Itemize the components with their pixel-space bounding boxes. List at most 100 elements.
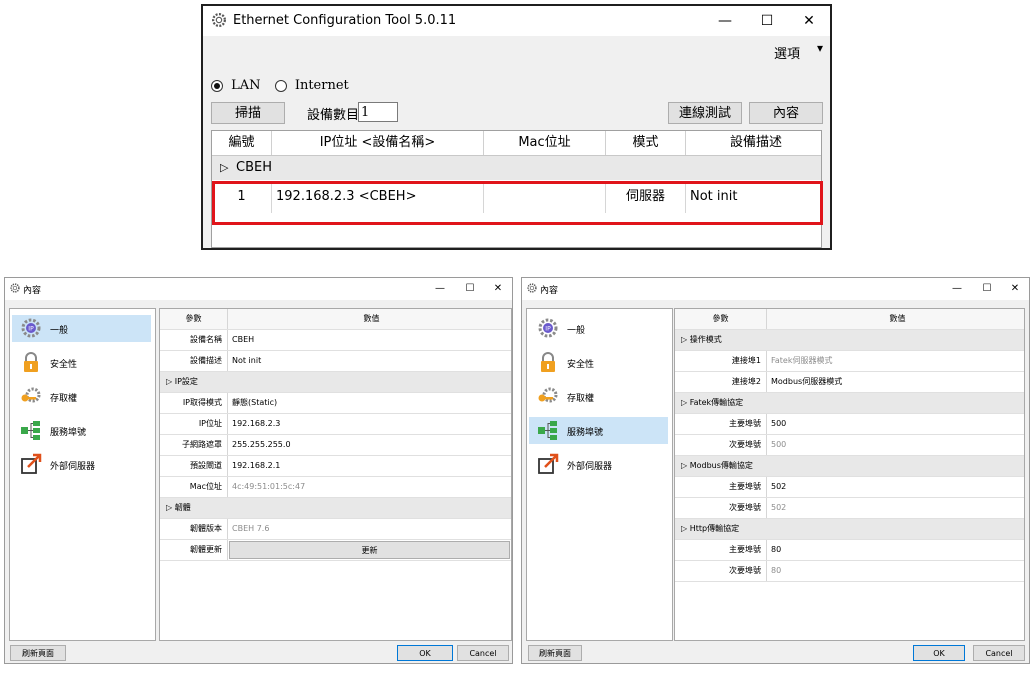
group-label: ▷ 操作模式	[681, 335, 722, 344]
close-button[interactable]: ✕	[486, 278, 510, 300]
param-value[interactable]: CBEH 7.6	[228, 519, 511, 539]
menu-bar: 選項 ▾	[203, 36, 830, 66]
property-row[interactable]: IP取得模式 靜態(Static)	[160, 393, 511, 414]
property-row[interactable]: 韌體更新 更新	[160, 540, 511, 561]
minimize-button[interactable]: —	[704, 6, 746, 36]
param-value[interactable]: 80	[767, 561, 1024, 581]
col-description[interactable]: 設備描述	[686, 131, 826, 155]
close-button[interactable]: ✕	[1003, 278, 1027, 300]
property-row[interactable]: 設備描述 Not init	[160, 351, 511, 372]
expand-icon[interactable]: ▷	[220, 156, 228, 180]
sidebar-item[interactable]: 安全性	[529, 349, 668, 376]
col-mode[interactable]: 模式	[606, 131, 686, 155]
param-name: 次要埠號	[675, 561, 767, 581]
property-row[interactable]: 連接埠2 Modbus伺服器模式	[675, 372, 1024, 393]
property-row[interactable]: 主要埠號 502	[675, 477, 1024, 498]
maximize-button[interactable]: ☐	[458, 278, 482, 300]
properties-window-general: 內容 — ☐ ✕ IP 一般 安全性 存取權 服務埠號 外部伺服器 參數 數值 設備名稱 CBE…	[4, 277, 513, 664]
param-value[interactable]: 192.168.2.1	[228, 456, 511, 476]
row-description: Not init	[690, 189, 738, 204]
group-row[interactable]: ▷ Fatek傳輸協定	[675, 393, 1024, 414]
refresh-button[interactable]: 刷新頁面	[528, 645, 582, 661]
property-row[interactable]: 設備名稱 CBEH	[160, 330, 511, 351]
param-value[interactable]: 4c:49:51:01:5c:47	[228, 477, 511, 497]
scan-button[interactable]: 掃描	[211, 102, 285, 124]
group-row[interactable]: ▷ 操作模式	[675, 330, 1024, 351]
sidebar-item[interactable]: 安全性	[12, 349, 151, 376]
lan-radio[interactable]	[211, 79, 223, 92]
param-value[interactable]: Not init	[228, 351, 511, 371]
group-row[interactable]: ▷ IP設定	[160, 372, 511, 393]
param-value[interactable]: 502	[767, 498, 1024, 518]
param-value[interactable]: 80	[767, 540, 1024, 560]
property-row[interactable]: 連接埠1 Fatek伺服器模式	[675, 351, 1024, 372]
category-sidebar: IP 一般安全性存取權服務埠號外部伺服器	[526, 308, 673, 641]
ok-button[interactable]: OK	[397, 645, 453, 661]
param-value[interactable]: 靜態(Static)	[228, 393, 511, 413]
connection-test-button[interactable]: 連線測試	[668, 102, 742, 124]
param-name: Mac位址	[160, 477, 228, 497]
sidebar-item[interactable]: 服務埠號	[529, 417, 668, 444]
param-value[interactable]: Fatek伺服器模式	[767, 351, 1024, 371]
sidebar-item[interactable]: IP 一般	[12, 315, 151, 342]
content-button[interactable]: 內容	[749, 102, 823, 124]
network-ports-icon	[537, 419, 559, 441]
property-row[interactable]: 主要埠號 80	[675, 540, 1024, 561]
property-row[interactable]: 次要埠號 500	[675, 435, 1024, 456]
property-row[interactable]: 子網路遮罩 255.255.255.0	[160, 435, 511, 456]
param-value[interactable]: Modbus伺服器模式	[767, 372, 1024, 392]
param-name: 設備名稱	[160, 330, 228, 350]
property-row[interactable]: 預設閘道 192.168.2.1	[160, 456, 511, 477]
refresh-button[interactable]: 刷新頁面	[10, 645, 66, 661]
firmware-update-button[interactable]: 更新	[229, 541, 510, 559]
internet-radio[interactable]	[274, 79, 287, 92]
sidebar-item[interactable]: 服務埠號	[12, 417, 151, 444]
maximize-button[interactable]: ☐	[975, 278, 999, 300]
col-mac[interactable]: Mac位址	[484, 131, 606, 155]
title-bar: Ethernet Configuration Tool 5.0.11 — ☐ ✕	[203, 6, 830, 36]
property-row[interactable]: 次要埠號 502	[675, 498, 1024, 519]
minimize-button[interactable]: —	[945, 278, 969, 300]
table-row[interactable]: 1 192.168.2.3 <CBEH> 伺服器 Not init	[212, 181, 821, 213]
chevron-down-icon[interactable]: ▾	[817, 41, 823, 55]
param-name: 連接埠1	[675, 351, 767, 371]
param-name: 連接埠2	[675, 372, 767, 392]
sidebar-item[interactable]: 外部伺服器	[12, 451, 151, 478]
ok-button[interactable]: OK	[913, 645, 965, 661]
close-button[interactable]: ✕	[788, 6, 830, 36]
param-value[interactable]: 500	[767, 414, 1024, 434]
col-ip[interactable]: IP位址 <設備名稱>	[272, 131, 484, 155]
options-menu[interactable]: 選項	[774, 43, 800, 62]
property-row[interactable]: Mac位址 4c:49:51:01:5c:47	[160, 477, 511, 498]
sidebar-item[interactable]: 外部伺服器	[529, 451, 668, 478]
cancel-button[interactable]: Cancel	[457, 645, 509, 661]
property-row[interactable]: IP位址 192.168.2.3	[160, 414, 511, 435]
property-row[interactable]: 韌體版本 CBEH 7.6	[160, 519, 511, 540]
property-row[interactable]: 主要埠號 500	[675, 414, 1024, 435]
title-bar: 內容 — ☐ ✕	[522, 278, 1029, 300]
col-number[interactable]: 編號	[212, 131, 272, 155]
group-name: Http傳輸協定	[689, 524, 740, 533]
group-row[interactable]: ▷ Modbus傳輸協定	[675, 456, 1024, 477]
connection-mode: LAN Internet	[211, 78, 349, 93]
group-row[interactable]: ▷ 韌體	[160, 498, 511, 519]
param-value[interactable]: 502	[767, 477, 1024, 497]
sidebar-item[interactable]: 存取權	[529, 383, 668, 410]
param-name: 韌體版本	[160, 519, 228, 539]
sidebar-item[interactable]: 存取權	[12, 383, 151, 410]
param-value[interactable]: 255.255.255.0	[228, 435, 511, 455]
param-value[interactable]: CBEH	[228, 330, 511, 350]
group-row[interactable]: ▷ Http傳輸協定	[675, 519, 1024, 540]
group-label: ▷ Http傳輸協定	[681, 524, 740, 533]
device-count-input[interactable]	[358, 102, 398, 122]
maximize-button[interactable]: ☐	[746, 6, 788, 36]
param-value[interactable]: 500	[767, 435, 1024, 455]
device-table: 編號 IP位址 <設備名稱> Mac位址 模式 設備描述 ▷ CBEH 1 19…	[211, 130, 823, 248]
property-row[interactable]: 次要埠號 80	[675, 561, 1024, 582]
cancel-button[interactable]: Cancel	[973, 645, 1025, 661]
main-body: LAN Internet 掃描 設備數目 連線測試 內容 編號 IP位址 <設備…	[203, 66, 830, 248]
group-row[interactable]: ▷ CBEH	[212, 156, 821, 180]
sidebar-item[interactable]: IP 一般	[529, 315, 668, 342]
minimize-button[interactable]: —	[428, 278, 452, 300]
param-value[interactable]: 192.168.2.3	[228, 414, 511, 434]
